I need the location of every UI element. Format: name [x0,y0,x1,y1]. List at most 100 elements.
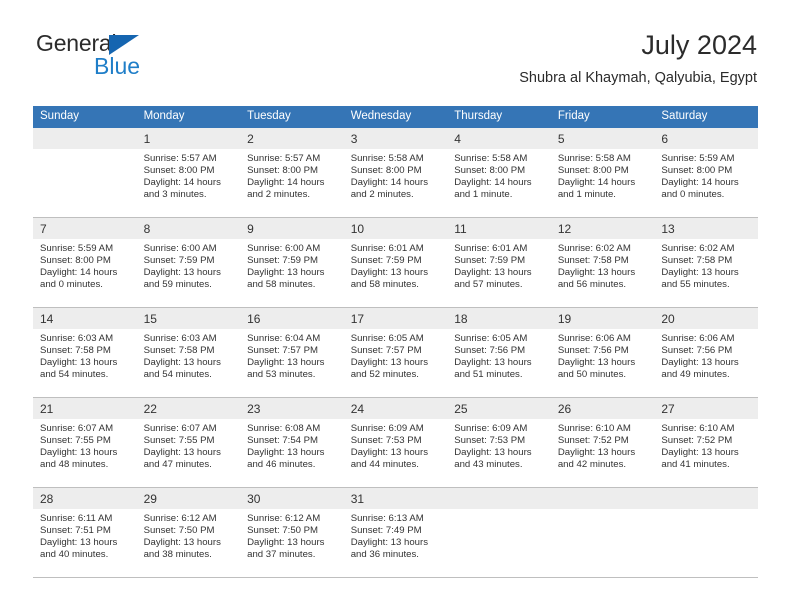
calendar-column-header-sunday: Sunday [33,106,137,128]
calendar-empty-cell [654,487,758,578]
day-number: 24 [343,398,448,419]
calendar-day-inner: 6 Sunrise: 5:59 AM Sunset: 8:00 PM Daylig… [654,128,758,217]
day-number [33,128,137,149]
day-number: 17 [343,308,448,329]
day-sun-details: Sunrise: 5:57 AM Sunset: 8:00 PM Dayligh… [247,153,325,201]
calendar-day-cell[interactable]: 3 Sunrise: 5:58 AM Sunset: 8:00 PM Daylig… [343,128,448,218]
title-block: July 2024 Shubra al Khaymah, Qalyubia, E… [519,28,757,87]
day-sun-details: Sunrise: 6:06 AM Sunset: 7:56 PM Dayligh… [557,333,636,381]
calendar-column-header-monday: Monday [136,106,241,128]
day-sun-details: Sunrise: 6:05 AM Sunset: 7:57 PM Dayligh… [350,333,429,381]
day-sun-details: Sunrise: 6:09 AM Sunset: 7:53 PM Dayligh… [454,423,532,471]
calendar-empty-cell [550,487,655,578]
calendar-day-cell[interactable]: 19 Sunrise: 6:06 AM Sunset: 7:56 PM Dayli… [550,307,655,398]
calendar-day-inner: 8 Sunrise: 6:00 AM Sunset: 7:59 PM Daylig… [136,218,241,307]
calendar-day-cell[interactable]: 7 Sunrise: 5:59 AM Sunset: 8:00 PM Daylig… [33,217,137,308]
calendar-day-cell[interactable]: 24 Sunrise: 6:09 AM Sunset: 7:53 PM Dayli… [343,397,448,488]
calendar-day-cell[interactable]: 31 Sunrise: 6:13 AM Sunset: 7:49 PM Dayli… [343,487,448,578]
calendar-week-row: 28 Sunrise: 6:11 AM Sunset: 7:51 PM Dayli… [33,487,758,578]
calendar-day-inner: 17 Sunrise: 6:05 AM Sunset: 7:57 PM Dayli… [343,308,448,397]
day-sun-details: Sunrise: 6:13 AM Sunset: 7:49 PM Dayligh… [350,513,429,561]
calendar-day-cell[interactable]: 28 Sunrise: 6:11 AM Sunset: 7:51 PM Dayli… [33,487,137,578]
calendar-day-cell[interactable]: 5 Sunrise: 5:58 AM Sunset: 8:00 PM Daylig… [550,128,655,218]
day-number: 28 [33,488,137,509]
calendar-body: 1 Sunrise: 5:57 AM Sunset: 8:00 PM Daylig… [33,128,758,578]
day-sun-details: Sunrise: 6:11 AM Sunset: 7:51 PM Dayligh… [40,513,118,561]
day-sun-details: Sunrise: 6:07 AM Sunset: 7:55 PM Dayligh… [143,423,221,471]
day-number: 29 [136,488,241,509]
day-number [550,488,655,509]
general-blue-logo[interactable]: General Blue [33,28,233,88]
calendar-day-inner [447,488,551,577]
day-sun-details: Sunrise: 6:09 AM Sunset: 7:53 PM Dayligh… [350,423,429,471]
day-number: 22 [136,398,241,419]
calendar-day-cell[interactable]: 20 Sunrise: 6:06 AM Sunset: 7:56 PM Dayli… [654,307,758,398]
calendar-day-inner: 14 Sunrise: 6:03 AM Sunset: 7:58 PM Dayli… [33,308,137,397]
calendar-day-inner: 18 Sunrise: 6:05 AM Sunset: 7:56 PM Dayli… [447,308,551,397]
calendar-day-cell[interactable]: 27 Sunrise: 6:10 AM Sunset: 7:52 PM Dayli… [654,397,758,488]
calendar-day-cell[interactable]: 14 Sunrise: 6:03 AM Sunset: 7:58 PM Dayli… [33,307,137,398]
day-number: 20 [654,308,758,329]
calendar-day-inner: 1 Sunrise: 5:57 AM Sunset: 8:00 PM Daylig… [136,128,241,217]
day-sun-details: Sunrise: 5:58 AM Sunset: 8:00 PM Dayligh… [454,153,532,201]
calendar-day-cell[interactable]: 26 Sunrise: 6:10 AM Sunset: 7:52 PM Dayli… [550,397,655,488]
calendar-day-cell[interactable]: 21 Sunrise: 6:07 AM Sunset: 7:55 PM Dayli… [33,397,137,488]
day-number: 18 [447,308,551,329]
day-sun-details: Sunrise: 6:12 AM Sunset: 7:50 PM Dayligh… [143,513,221,561]
day-sun-details: Sunrise: 6:02 AM Sunset: 7:58 PM Dayligh… [557,243,636,291]
day-number: 6 [654,128,758,149]
calendar-day-cell[interactable]: 1 Sunrise: 5:57 AM Sunset: 8:00 PM Daylig… [136,128,241,218]
logo-triangle-icon [109,35,139,55]
day-number: 5 [550,128,655,149]
calendar-day-cell[interactable]: 18 Sunrise: 6:05 AM Sunset: 7:56 PM Dayli… [447,307,551,398]
calendar-day-inner: 21 Sunrise: 6:07 AM Sunset: 7:55 PM Dayli… [33,398,137,487]
calendar-day-inner: 20 Sunrise: 6:06 AM Sunset: 7:56 PM Dayli… [654,308,758,397]
day-number: 15 [136,308,241,329]
calendar-day-inner: 2 Sunrise: 5:57 AM Sunset: 8:00 PM Daylig… [240,128,344,217]
calendar-day-cell[interactable]: 10 Sunrise: 6:01 AM Sunset: 7:59 PM Dayli… [343,217,448,308]
calendar-day-cell[interactable]: 25 Sunrise: 6:09 AM Sunset: 7:53 PM Dayli… [447,397,551,488]
calendar-empty-cell [447,487,551,578]
calendar-day-cell[interactable]: 30 Sunrise: 6:12 AM Sunset: 7:50 PM Dayli… [240,487,344,578]
calendar-day-inner: 30 Sunrise: 6:12 AM Sunset: 7:50 PM Dayli… [240,488,344,577]
calendar-day-cell[interactable]: 16 Sunrise: 6:04 AM Sunset: 7:57 PM Dayli… [240,307,344,398]
calendar-day-cell[interactable]: 22 Sunrise: 6:07 AM Sunset: 7:55 PM Dayli… [136,397,241,488]
calendar-day-inner [33,128,137,217]
calendar-column-header-wednesday: Wednesday [343,106,448,128]
day-sun-details [33,149,137,153]
calendar-day-cell[interactable]: 12 Sunrise: 6:02 AM Sunset: 7:58 PM Dayli… [550,217,655,308]
day-sun-details: Sunrise: 6:06 AM Sunset: 7:56 PM Dayligh… [661,333,739,381]
calendar-day-cell[interactable]: 6 Sunrise: 5:59 AM Sunset: 8:00 PM Daylig… [654,128,758,218]
day-number: 31 [343,488,448,509]
day-number: 19 [550,308,655,329]
calendar-day-inner: 25 Sunrise: 6:09 AM Sunset: 7:53 PM Dayli… [447,398,551,487]
day-number: 4 [447,128,551,149]
calendar-day-cell[interactable]: 8 Sunrise: 6:00 AM Sunset: 7:59 PM Daylig… [136,217,241,308]
calendar-day-cell[interactable]: 2 Sunrise: 5:57 AM Sunset: 8:00 PM Daylig… [240,128,344,218]
day-number: 14 [33,308,137,329]
day-sun-details: Sunrise: 6:03 AM Sunset: 7:58 PM Dayligh… [143,333,221,381]
day-sun-details: Sunrise: 6:00 AM Sunset: 7:59 PM Dayligh… [247,243,325,291]
day-number: 27 [654,398,758,419]
day-number: 8 [136,218,241,239]
day-sun-details: Sunrise: 5:58 AM Sunset: 8:00 PM Dayligh… [557,153,636,201]
calendar-day-cell[interactable]: 9 Sunrise: 6:00 AM Sunset: 7:59 PM Daylig… [240,217,344,308]
page-header: General Blue July 2024 Shubra al Khaymah… [33,28,757,98]
calendar-day-cell[interactable]: 15 Sunrise: 6:03 AM Sunset: 7:58 PM Dayli… [136,307,241,398]
calendar-day-cell[interactable]: 29 Sunrise: 6:12 AM Sunset: 7:50 PM Dayli… [136,487,241,578]
day-sun-details: Sunrise: 5:59 AM Sunset: 8:00 PM Dayligh… [40,243,118,291]
calendar-column-header-thursday: Thursday [447,106,551,128]
calendar-day-cell[interactable]: 13 Sunrise: 6:02 AM Sunset: 7:58 PM Dayli… [654,217,758,308]
day-sun-details [654,509,758,513]
calendar-day-cell[interactable]: 23 Sunrise: 6:08 AM Sunset: 7:54 PM Dayli… [240,397,344,488]
calendar-day-cell[interactable]: 17 Sunrise: 6:05 AM Sunset: 7:57 PM Dayli… [343,307,448,398]
calendar-day-cell[interactable]: 4 Sunrise: 5:58 AM Sunset: 8:00 PM Daylig… [447,128,551,218]
calendar-header-row: Sunday Monday Tuesday Wednesday Thursday Frid… [33,106,758,128]
calendar-day-inner [654,488,758,577]
day-sun-details: Sunrise: 6:10 AM Sunset: 7:52 PM Dayligh… [661,423,739,471]
calendar-day-inner: 19 Sunrise: 6:06 AM Sunset: 7:56 PM Dayli… [550,308,655,397]
calendar-day-inner: 29 Sunrise: 6:12 AM Sunset: 7:50 PM Dayli… [136,488,241,577]
calendar-day-inner: 16 Sunrise: 6:04 AM Sunset: 7:57 PM Dayli… [240,308,344,397]
calendar-day-cell[interactable]: 11 Sunrise: 6:01 AM Sunset: 7:59 PM Dayli… [447,217,551,308]
day-sun-details: Sunrise: 6:07 AM Sunset: 7:55 PM Dayligh… [40,423,118,471]
